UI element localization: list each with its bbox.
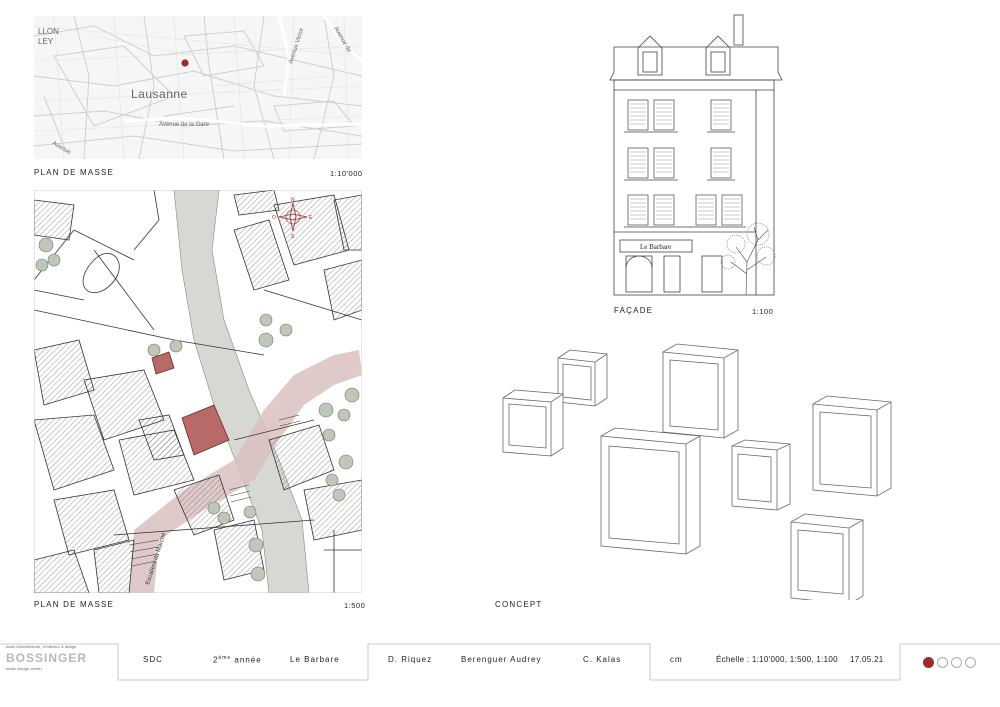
concept-caption: CONCEPT: [495, 600, 543, 609]
author-3: C. Kalas: [583, 655, 622, 664]
concept-box: [731, 439, 791, 511]
year-suffix: ème: [218, 655, 232, 661]
logo-subtitle: swiss design center: [6, 667, 43, 671]
author-2: Berenguer Audrey: [461, 655, 542, 664]
location-map: Lausanne Avenue de la Gare Avenue Victor…: [34, 16, 362, 159]
concept-drawing: [495, 340, 895, 605]
page-dot-4[interactable]: [965, 657, 976, 668]
facade-caption: FAÇADE: [614, 306, 654, 315]
course-code: SDC: [143, 655, 163, 664]
logo-tagline: école d'architecture, d'intérieur & desi…: [6, 645, 77, 649]
page-dot-2[interactable]: [937, 657, 948, 668]
compass-west: O: [272, 215, 276, 221]
facade-elevation: Le Barbare: [606, 12, 786, 298]
district-label-1: LLON: [38, 27, 59, 36]
concept-box: [600, 427, 701, 555]
compass-north: N: [291, 197, 295, 203]
site-plan-scale: 1:500: [344, 601, 366, 610]
site-plan-drawing: N S E O Escaliers du Marché: [34, 190, 362, 593]
logo-wordmark: BOSSINGER: [6, 651, 88, 665]
concept-box: [557, 349, 608, 407]
facade-windows: [624, 99, 746, 228]
concept-boxes: [502, 343, 892, 605]
location-map-drawing: Lausanne Avenue de la Gare Avenue Victor…: [34, 16, 362, 159]
street-label-gare: Avenue de la Gare: [159, 122, 210, 128]
concept-box: [662, 343, 739, 439]
project-name: Le Barbare: [290, 655, 340, 664]
site-plan: N S E O Escaliers du Marché: [34, 190, 362, 593]
author-1: D. Riquez: [388, 655, 433, 664]
concept-box: [790, 513, 864, 605]
district-label-2: LEY: [38, 37, 54, 46]
facade-scale: 1:100: [752, 307, 774, 316]
concept-box: [502, 389, 564, 457]
city-label: Lausanne: [131, 87, 188, 101]
page-dot-3[interactable]: [951, 657, 962, 668]
site-plan-caption: PLAN DE MASSE: [34, 600, 115, 609]
location-map-scale: 1:10'000: [330, 169, 363, 178]
concept-box: [812, 395, 892, 497]
facade-drawing: Le Barbare: [609, 14, 783, 296]
date: 17.05.21: [850, 655, 884, 664]
year-word: année: [234, 655, 262, 665]
scale-list: Échelle : 1:10'000, 1:500, 1:100: [716, 655, 838, 664]
year-level: 2ème année: [213, 655, 262, 665]
page-dot-1[interactable]: [923, 657, 934, 668]
facade-tree: [720, 222, 776, 296]
unit: cm: [670, 655, 683, 664]
location-map-caption: PLAN DE MASSE: [34, 168, 115, 177]
school-logo: école d'architecture, d'intérieur & desi…: [6, 645, 116, 679]
shop-sign: Le Barbare: [640, 243, 671, 251]
location-marker: [181, 59, 189, 67]
